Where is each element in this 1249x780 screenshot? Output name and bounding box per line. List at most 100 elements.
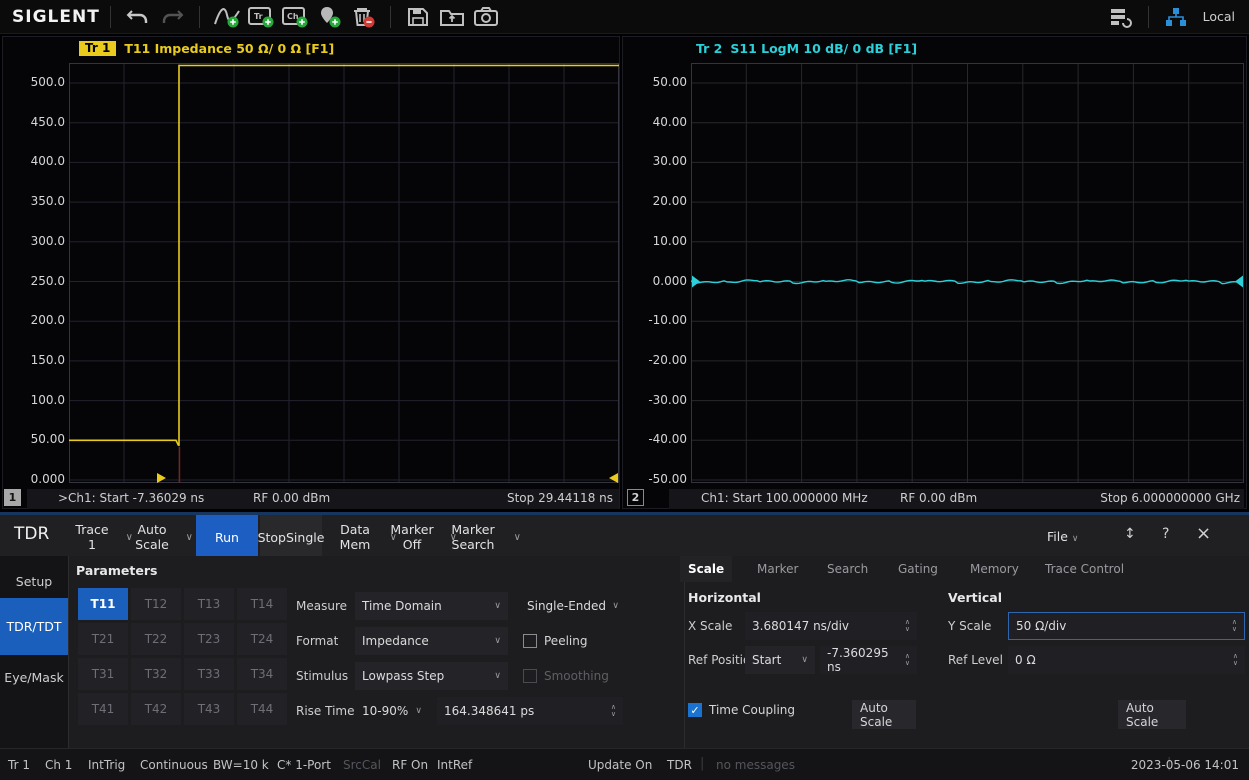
- y-tick-label: -50.00: [627, 472, 687, 486]
- chart-tr2-s11: Tr 2 S11 LogM 10 dB/ 0 dB [F1] 50.0040.0…: [622, 36, 1247, 509]
- peeling-label: Peeling: [544, 634, 587, 648]
- y-scale-input[interactable]: 50 Ω/div∧∨: [1008, 612, 1245, 640]
- menu-item-trace[interactable]: Trace1∨: [68, 522, 116, 552]
- time-coupling-checkbox[interactable]: ✓: [688, 703, 702, 717]
- network-icon[interactable]: [1159, 3, 1193, 31]
- file-menu[interactable]: File ∨: [1047, 529, 1079, 544]
- channel2-box[interactable]: 2: [627, 489, 644, 506]
- param-cell-t44[interactable]: T44: [237, 693, 287, 725]
- param-cell-t11[interactable]: T11: [78, 588, 128, 620]
- status-item-srccal: SrcCal: [343, 758, 381, 772]
- panel-tab-gating[interactable]: Gating: [890, 556, 946, 582]
- ref-position-dropdown[interactable]: Start∨: [745, 646, 815, 674]
- menu-item-auto-scale[interactable]: AutoScale∨: [128, 522, 176, 552]
- status-bar: | no messages | 2023-05-06 14:01 Tr 1Ch …: [0, 748, 1249, 780]
- y-tick-label: 150.0: [5, 353, 65, 367]
- measure-dropdown[interactable]: Time Domain∨: [355, 592, 508, 620]
- menu-item-run[interactable]: Run: [196, 515, 258, 559]
- add-marker-icon[interactable]: [312, 3, 346, 31]
- y-tick-label: 0.000: [5, 472, 65, 486]
- auto-scale-horizontal-button[interactable]: Auto Scale: [852, 700, 916, 729]
- save-icon[interactable]: [401, 3, 435, 31]
- trace2-label[interactable]: Tr 2: [696, 41, 722, 56]
- sidebar-tab-setup[interactable]: Setup: [0, 564, 68, 598]
- display-switch-icon[interactable]: [1104, 3, 1138, 31]
- chart1-header: Tr 1 T11 Impedance 50 Ω/ 0 Ω [F1]: [79, 39, 334, 57]
- chevron-down-icon: ∨: [514, 530, 521, 545]
- menu-item-data-mem[interactable]: DataMem∨: [330, 522, 380, 552]
- y-tick-label: 100.0: [5, 393, 65, 407]
- delete-icon[interactable]: [346, 3, 380, 31]
- panel-tab-trace-control[interactable]: Trace Control: [1037, 556, 1132, 582]
- param-cell-t43[interactable]: T43: [184, 693, 234, 725]
- screenshot-icon[interactable]: [469, 3, 503, 31]
- param-cell-t32[interactable]: T32: [131, 658, 181, 690]
- rise-time-input[interactable]: 164.348641 ps∧∨: [437, 697, 623, 725]
- help-icon[interactable]: ?: [1162, 526, 1169, 542]
- y-tick-label: 200.0: [5, 313, 65, 327]
- chart1-plot[interactable]: [69, 63, 619, 483]
- param-cell-t14[interactable]: T14: [237, 588, 287, 620]
- chart2-footer: Ch1: Start 100.000000 MHz RF 0.00 dBm St…: [669, 489, 1244, 509]
- close-icon[interactable]: ×: [1196, 523, 1211, 544]
- ref-level-label: Ref Level: [948, 653, 1003, 667]
- status-item-ch-1: Ch 1: [45, 758, 72, 772]
- chart1-title: T11 Impedance 50 Ω/ 0 Ω [F1]: [124, 41, 334, 56]
- undo-icon[interactable]: [121, 3, 155, 31]
- status-datetime: 2023-05-06 14:01: [1131, 758, 1239, 772]
- peeling-checkbox[interactable]: [523, 634, 537, 648]
- y-tick-label: 300.0: [5, 234, 65, 248]
- param-cell-t23[interactable]: T23: [184, 623, 234, 655]
- y-tick-label: 450.0: [5, 115, 65, 129]
- redo-icon[interactable]: [155, 3, 189, 31]
- param-cell-t42[interactable]: T42: [131, 693, 181, 725]
- ref-level-input[interactable]: 0 Ω∧∨: [1008, 646, 1245, 674]
- ref-position-input[interactable]: -7.360295 ns∧∨: [820, 646, 917, 674]
- panel-tab-search[interactable]: Search: [819, 556, 876, 582]
- y-tick-label: 250.0: [5, 274, 65, 288]
- auto-scale-vertical-button[interactable]: Auto Scale: [1118, 700, 1186, 729]
- add-trace-icon[interactable]: [210, 3, 244, 31]
- recall-icon[interactable]: [435, 3, 469, 31]
- panel-tab-marker[interactable]: Marker: [749, 556, 806, 582]
- add-trace-window-icon[interactable]: Tr: [244, 3, 278, 31]
- toolbar-separator: [110, 6, 111, 28]
- resize-panel-icon[interactable]: ↕: [1124, 526, 1136, 542]
- add-channel-icon[interactable]: Ch: [278, 3, 312, 31]
- sidebar-tab-eye-mask[interactable]: Eye/Mask: [0, 657, 68, 697]
- panel-tab-memory[interactable]: Memory: [962, 556, 1027, 582]
- y-tick-label: 0.000: [627, 274, 687, 288]
- measure-label: Measure: [296, 599, 347, 613]
- y-tick-label: 40.00: [627, 115, 687, 129]
- svg-text:Tr: Tr: [254, 12, 263, 21]
- x-scale-input[interactable]: 3.680147 ns/div∧∨: [745, 612, 917, 640]
- param-cell-t21[interactable]: T21: [78, 623, 128, 655]
- format-dropdown[interactable]: Impedance∨: [355, 627, 508, 655]
- param-cell-t41[interactable]: T41: [78, 693, 128, 725]
- param-cell-t34[interactable]: T34: [237, 658, 287, 690]
- y-tick-label: -20.00: [627, 353, 687, 367]
- rise-time-ref-dropdown[interactable]: 10-90%∨: [355, 697, 429, 725]
- stimulus-dropdown[interactable]: Lowpass Step∨: [355, 662, 508, 690]
- param-cell-t12[interactable]: T12: [131, 588, 181, 620]
- param-cell-t31[interactable]: T31: [78, 658, 128, 690]
- smoothing-checkbox[interactable]: [523, 669, 537, 683]
- trace1-badge[interactable]: Tr 1: [79, 41, 116, 56]
- chart2-plot[interactable]: [691, 63, 1244, 483]
- y-tick-label: -40.00: [627, 432, 687, 446]
- menu-item-marker-off[interactable]: MarkerOff∨: [384, 522, 440, 552]
- param-cell-t22[interactable]: T22: [131, 623, 181, 655]
- parameters-header: Parameters: [76, 563, 157, 578]
- channel1-box[interactable]: 1: [4, 489, 21, 506]
- format-label: Format: [296, 634, 338, 648]
- menu-item-marker-search[interactable]: MarkerSearch∨: [442, 522, 504, 552]
- param-cell-t33[interactable]: T33: [184, 658, 234, 690]
- x-scale-label: X Scale: [688, 619, 732, 633]
- param-cell-t13[interactable]: T13: [184, 588, 234, 620]
- panel-tab-scale[interactable]: Scale: [680, 556, 732, 582]
- sidebar-tab-tdr-tdt[interactable]: TDR/TDT: [0, 598, 68, 655]
- param-cell-t24[interactable]: T24: [237, 623, 287, 655]
- measure-mode-dropdown[interactable]: Single-Ended∨: [520, 592, 626, 620]
- local-mode-label: Local: [1203, 9, 1235, 24]
- menu-item-stop-single[interactable]: StopSingle: [260, 515, 322, 559]
